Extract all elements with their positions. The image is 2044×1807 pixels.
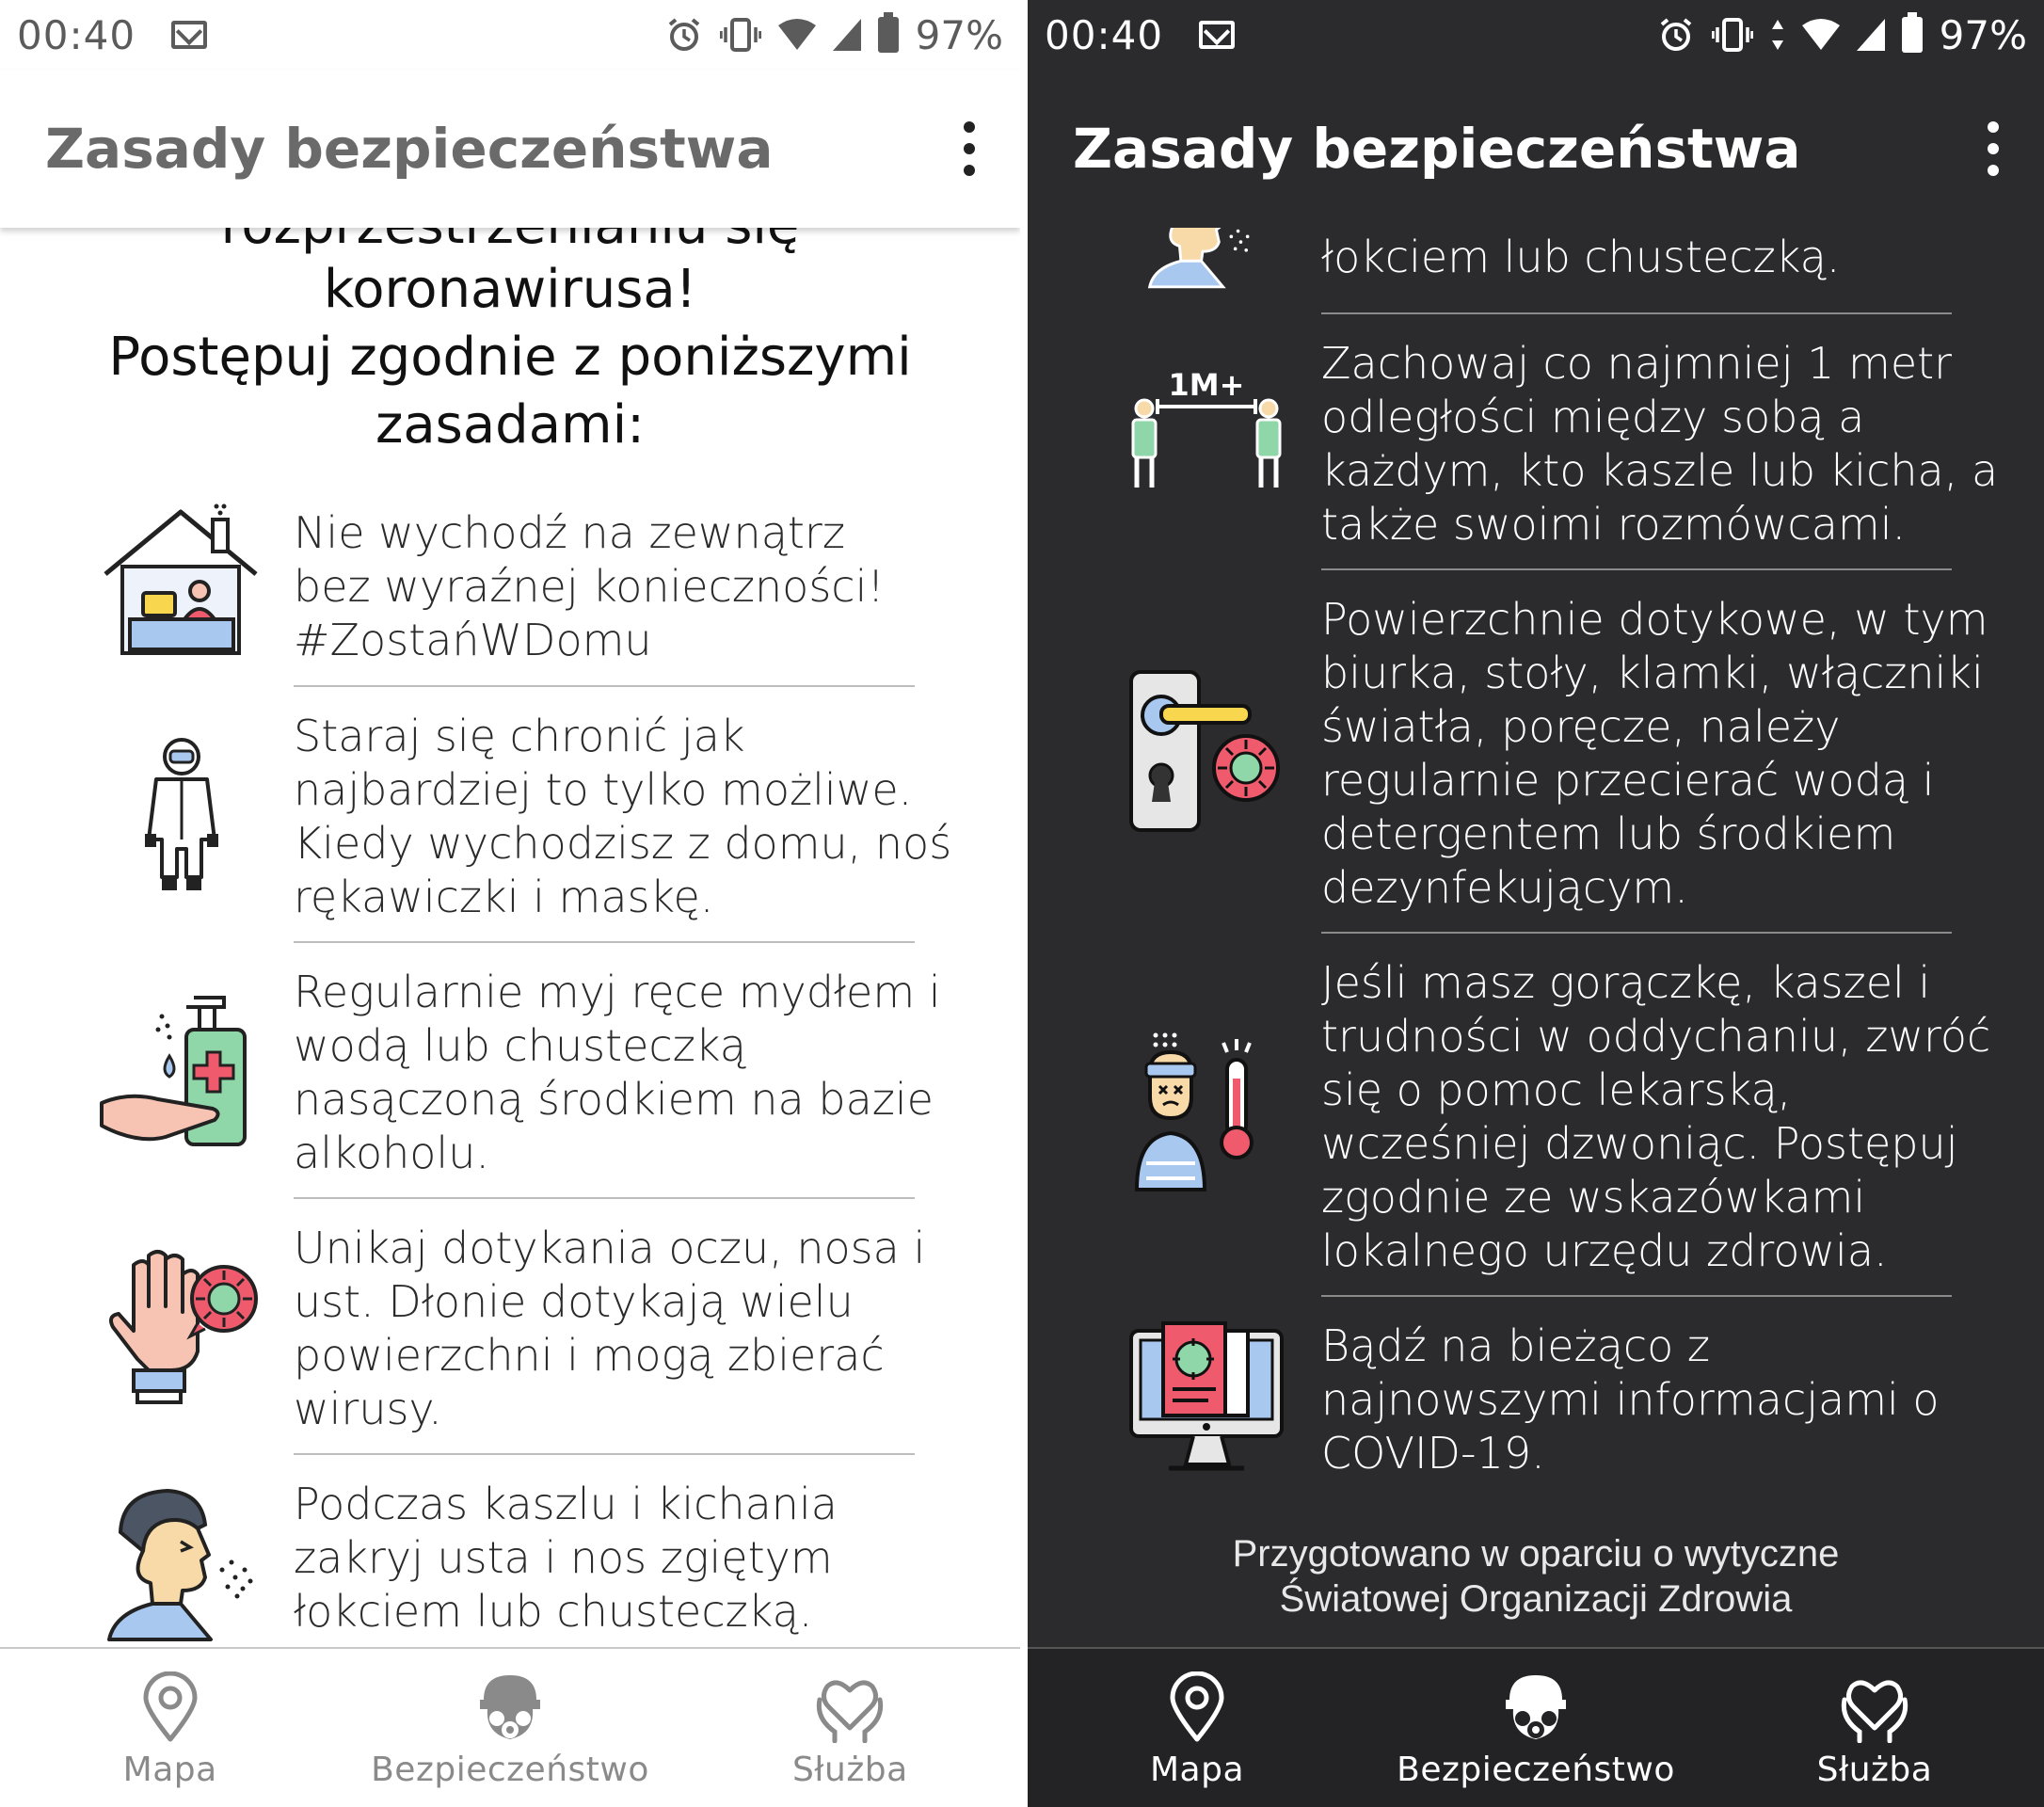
app-bar: Zasady bezpieczeństwa [0, 70, 1020, 228]
wifi-icon [1801, 18, 1840, 52]
battery-icon [1901, 12, 1923, 53]
nav-item-mapa[interactable]: Mapa [1028, 1649, 1366, 1807]
mail-icon [171, 21, 208, 49]
intro-line-3: Postępuj zgodnie z poniższymi [108, 327, 912, 388]
gas-mask-icon [1502, 1671, 1570, 1747]
battery-icon [877, 12, 899, 53]
divider [1321, 932, 1952, 934]
nav-item-bezpieczenstwo[interactable]: Bezpieczeństwo [340, 1649, 679, 1807]
rule-text: Regularnie myj ręce mydłem i wodą lub ch… [294, 967, 941, 1178]
status-bar: 00:40 97% [0, 0, 1020, 70]
gas-mask-icon [476, 1671, 544, 1747]
divider [294, 1197, 915, 1199]
page-title: Zasady bezpieczeństwa [1073, 117, 1801, 181]
app-bar: Zasady bezpieczeństwa [1028, 70, 2044, 228]
mail-icon [1199, 21, 1236, 49]
nav-item-bezpieczenstwo[interactable]: Bezpieczeństwo [1366, 1649, 1705, 1807]
wifi-icon [777, 18, 816, 52]
sneezing-person-icon [1137, 228, 1269, 297]
intro-line-2: koronawirusa! [323, 259, 697, 320]
status-time: 00:40 [17, 11, 136, 58]
source-note-line-2: Światowej Organizacji Zdrowia [1279, 1578, 1793, 1620]
intro-line-4: zasadami: [375, 394, 646, 456]
alarm-icon [665, 16, 703, 54]
divider [294, 685, 915, 687]
divider [294, 941, 915, 943]
fever-thermometer-icon [1133, 1031, 1284, 1205]
rule-text: zakryj usta i nos zgiętym łokciem lub ch… [1321, 228, 1860, 282]
battery-level: 97% [1939, 11, 2027, 58]
overflow-menu-button[interactable] [960, 121, 979, 176]
rule-text: Staraj się chronić jak najbardziej to ty… [294, 711, 952, 922]
dark-screen: 00:40 97% Zasady bezpieczeństwa łokciem … [1028, 0, 2044, 1807]
nav-item-sluzba[interactable]: Służba [1705, 1649, 2044, 1807]
overflow-menu-button[interactable] [1984, 121, 2003, 176]
house-stay-home-icon [102, 501, 262, 664]
nav-item-mapa[interactable]: Mapa [0, 1649, 340, 1807]
rule-text: Bądź na bieżąco z najnowszymi informacja… [1321, 1320, 1940, 1479]
door-handle-virus-icon [1127, 670, 1287, 840]
heart-hands-icon [1839, 1671, 1910, 1747]
nav-label: Mapa [1149, 1751, 1245, 1789]
rule-text: Podczas kaszlu i kichania zakryj usta i … [294, 1479, 838, 1637]
divider [1321, 568, 1952, 570]
nav-label: Służba [791, 1751, 908, 1789]
safety-rules-list[interactable]: rozprzestrzenianiu się koronawirusa! Pos… [0, 228, 1020, 1647]
protective-suit-icon [139, 736, 224, 900]
nav-label: Bezpieczeństwo [1397, 1751, 1675, 1789]
rule-text: Powierzchnie dotykowe, w tym biurka, sto… [1321, 594, 1988, 913]
page-title: Zasady bezpieczeństwa [45, 117, 774, 181]
monitor-news-icon [1127, 1318, 1287, 1481]
light-screen: 00:40 97% Zasady bezpieczeństwa rozprzes… [0, 0, 1020, 1807]
safety-rules-list[interactable]: zakryj usta i nos zgiętym łokciem lub ch… [1028, 228, 2044, 1647]
source-note-line-1: Przygotowano w oparciu o wytyczne [1232, 1533, 1840, 1575]
map-pin-icon [142, 1671, 199, 1747]
intro-line-1: rozprzestrzenianiu się [0, 228, 1020, 260]
battery-level: 97% [915, 11, 1003, 58]
hand-sanitizer-icon [100, 988, 269, 1161]
nav-item-sluzba[interactable]: Służba [680, 1649, 1020, 1807]
screen-gutter [1020, 0, 1028, 1807]
nav-label: Służba [1816, 1751, 1933, 1789]
divider [1321, 312, 1952, 314]
status-time: 00:40 [1045, 11, 1164, 58]
heart-hands-icon [814, 1671, 886, 1747]
bottom-navigation: Mapa Bezpieczeństwo Służba [1028, 1647, 2044, 1807]
distance-label: 1M+ [1169, 367, 1245, 403]
bottom-navigation: Mapa Bezpieczeństwo Służba [0, 1647, 1020, 1807]
nav-label: Bezpieczeństwo [371, 1751, 649, 1789]
hand-virus-icon [100, 1246, 269, 1410]
nav-label: Mapa [122, 1751, 217, 1789]
data-transfer-icon [1770, 18, 1785, 52]
rule-text: Nie wychodź na zewnątrz bez wyraźnej kon… [294, 507, 885, 665]
alarm-icon [1657, 16, 1695, 54]
signal-icon [1856, 19, 1885, 51]
divider [1321, 1295, 1952, 1297]
divider [294, 1453, 915, 1455]
rule-text: Zachowaj co najmniej 1 metr odległości m… [1321, 338, 1999, 550]
vibrate-icon [719, 16, 761, 54]
status-bar: 00:40 97% [1028, 0, 2044, 70]
vibrate-icon [1711, 16, 1753, 54]
map-pin-icon [1169, 1671, 1225, 1747]
rule-text: Unikaj dotykania oczu, nosa i ust. Dłoni… [294, 1223, 926, 1434]
signal-icon [832, 19, 861, 51]
sneezing-person-icon [107, 1479, 258, 1647]
social-distance-icon: 1M+ [1122, 361, 1291, 497]
rule-text: Jeśli masz gorączkę, kaszel i trudności … [1321, 957, 1991, 1276]
